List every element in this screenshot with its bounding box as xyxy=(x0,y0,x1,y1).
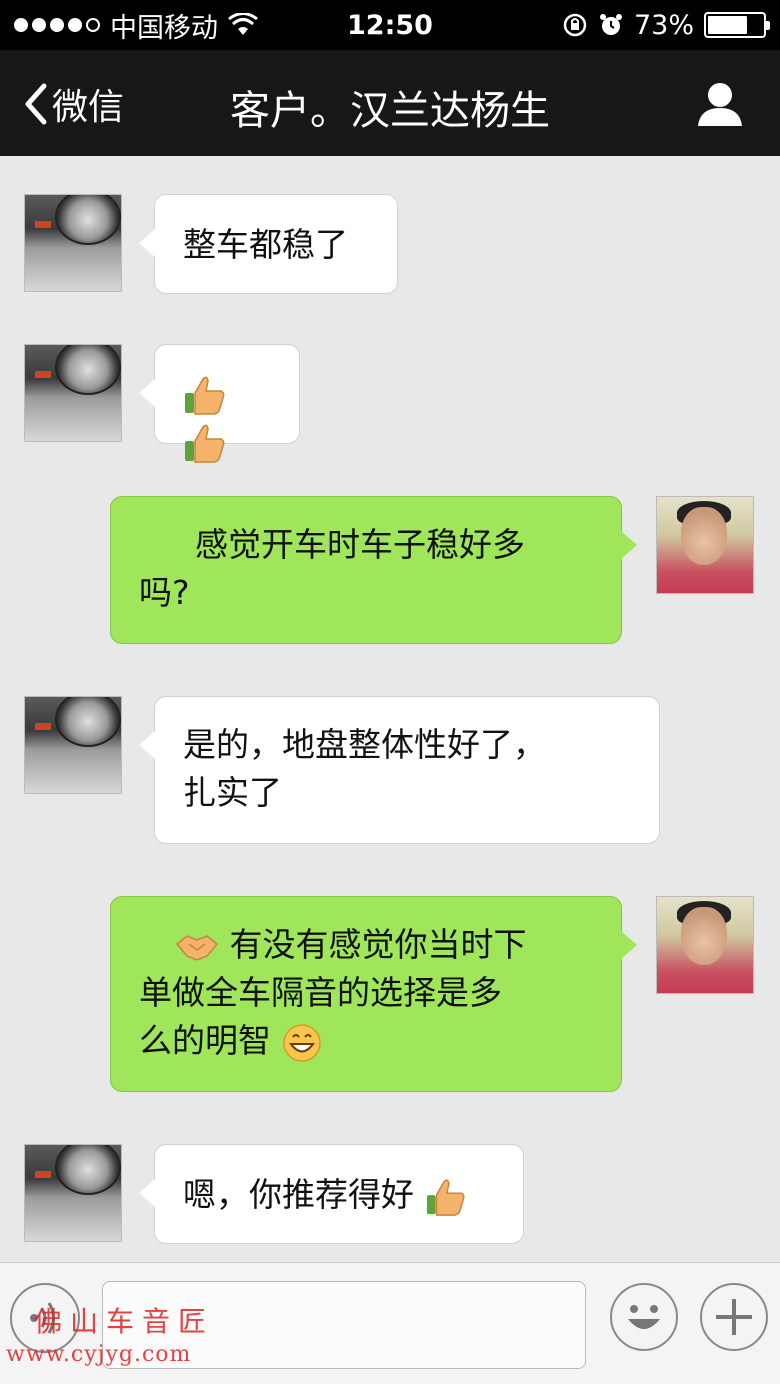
wifi-icon xyxy=(228,13,258,35)
voice-button[interactable] xyxy=(10,1283,80,1353)
message-bubble-outgoing[interactable]: 感觉开车时车子稳好多 吗? xyxy=(110,496,637,644)
contact-avatar[interactable] xyxy=(24,194,122,292)
status-bar: 中国移动 12:50 73% xyxy=(0,0,780,50)
thumbs-up-icon xyxy=(185,424,225,463)
more-button[interactable] xyxy=(700,1283,768,1351)
contact-avatar[interactable] xyxy=(24,696,122,794)
message-text-line: 感觉开车时车子稳好多 xyxy=(195,525,525,564)
message-text-line: 吗? xyxy=(139,573,190,612)
voice-icon xyxy=(30,1302,55,1334)
my-avatar[interactable] xyxy=(656,896,754,994)
my-avatar[interactable] xyxy=(656,496,754,594)
input-bar xyxy=(0,1262,780,1384)
grinning-face-icon xyxy=(282,1023,321,1062)
signal-dots-icon xyxy=(14,18,100,32)
plus-icon xyxy=(716,1299,752,1335)
nav-bar: 微信 客户。汉兰达杨生 xyxy=(0,50,780,156)
message-text-line: 么的明智 xyxy=(139,1017,593,1065)
message-text: 么的明智 xyxy=(139,1021,271,1060)
handshake-icon xyxy=(175,934,219,961)
message-bubble-incoming[interactable]: 嗯，你推荐得好 xyxy=(139,1144,524,1244)
message-text-line: 是的，地盘整体性好了， xyxy=(183,725,546,764)
message-text: 整车都稳了 xyxy=(183,225,348,264)
status-right: 73% xyxy=(562,9,770,41)
message-text: 有没有感觉你当时下 xyxy=(229,925,527,964)
back-label: 微信 xyxy=(52,87,125,128)
message-text-line: 有没有感觉你当时下 xyxy=(139,921,593,969)
rotation-lock-icon xyxy=(563,13,587,37)
back-button[interactable]: 微信 xyxy=(22,78,124,130)
emoji-button[interactable] xyxy=(610,1283,678,1351)
person-icon[interactable] xyxy=(696,80,744,128)
thumbs-up-icon xyxy=(426,1178,465,1216)
message-text: 嗯，你推荐得好 xyxy=(183,1175,414,1214)
carrier-label: 中国移动 xyxy=(110,12,218,44)
message-bubble-incoming[interactable]: 是的，地盘整体性好了， 扎实了 xyxy=(139,696,660,844)
battery-icon xyxy=(704,12,770,38)
message-input[interactable] xyxy=(102,1281,586,1369)
chat-area[interactable]: 整车都稳了 感觉开车时车子稳好多 吗? 是的，地盘整体性好了， 扎实了 有没有感… xyxy=(0,156,780,1262)
alarm-icon xyxy=(599,14,622,35)
smiley-icon xyxy=(628,1305,660,1329)
battery-percent: 73% xyxy=(633,9,694,41)
contact-avatar[interactable] xyxy=(24,1144,122,1242)
chevron-left-icon xyxy=(25,83,47,125)
message-text-line: 单做全车隔音的选择是多 xyxy=(139,973,502,1012)
thumbs-up-icon xyxy=(185,376,225,415)
message-bubble-outgoing[interactable]: 有没有感觉你当时下 单做全车隔音的选择是多 么的明智 xyxy=(110,896,637,1092)
message-bubble-incoming[interactable]: 整车都稳了 xyxy=(139,194,398,294)
battery-fill xyxy=(708,16,748,34)
contact-avatar[interactable] xyxy=(24,344,122,442)
status-left: 中国移动 xyxy=(14,6,258,45)
message-text-line: 扎实了 xyxy=(183,773,282,812)
message-bubble-incoming[interactable] xyxy=(139,344,300,463)
